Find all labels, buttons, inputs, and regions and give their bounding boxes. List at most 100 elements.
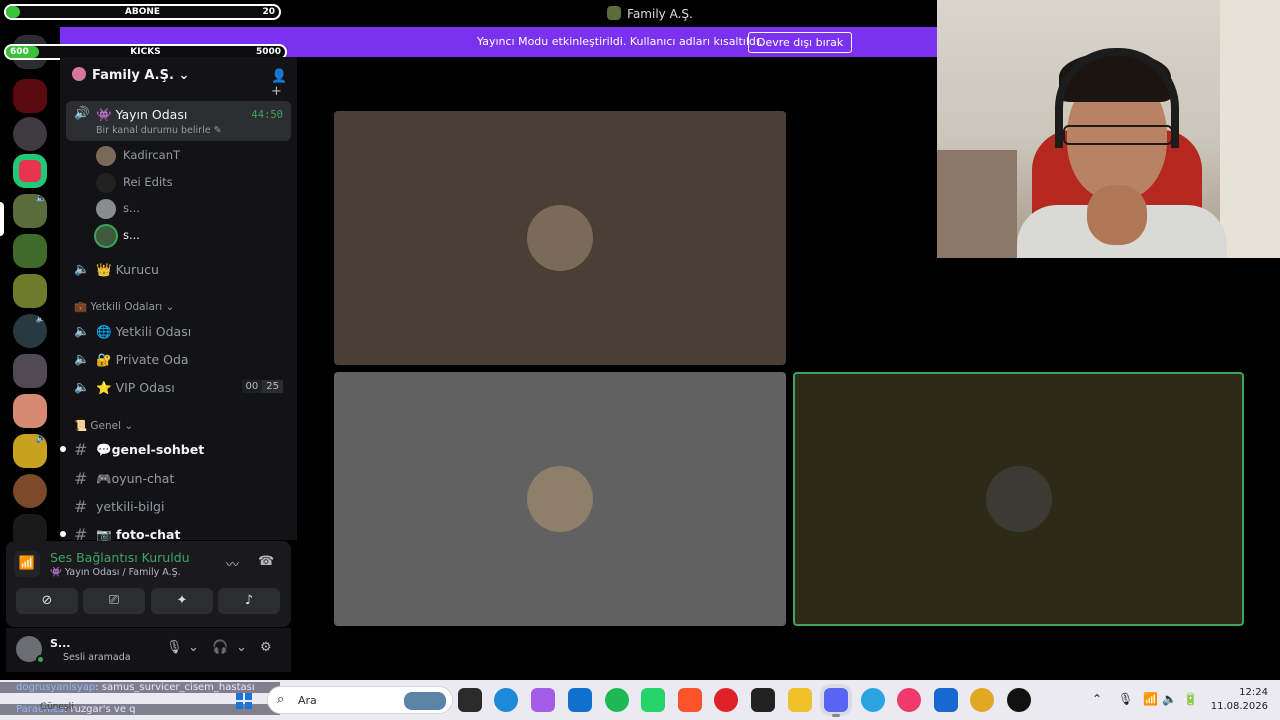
headphones-icon[interactable]: 🎧	[212, 640, 228, 655]
hashtag-icon: #	[74, 497, 88, 516]
category-genel[interactable]: 📜 Genel ⌄	[74, 419, 133, 432]
volume-icon[interactable]: 🔈	[1162, 692, 1177, 706]
voice-status[interactable]: Ses Bağlantısı Kuruldu	[50, 550, 190, 565]
server-icon[interactable]	[13, 354, 47, 388]
battery-icon[interactable]: 🔋	[1183, 692, 1198, 706]
obs-icon[interactable]	[1007, 688, 1031, 712]
webcam-overlay	[937, 0, 1280, 258]
server-icon[interactable]: 🔊	[13, 434, 47, 468]
noise-suppression-icon[interactable]: 〰	[226, 554, 239, 573]
camera-off-icon: ⊘	[41, 593, 53, 608]
voice-speaker-icon: 🔊	[35, 434, 47, 444]
voice-speaker-icon: 🔊	[35, 194, 47, 204]
avatar	[96, 173, 116, 193]
avatar	[96, 146, 116, 166]
server-icon[interactable]	[13, 154, 47, 188]
outlook-icon[interactable]	[934, 688, 958, 712]
camera-off-button[interactable]: ⊘	[16, 588, 78, 614]
channel-yayin-odasi[interactable]: 🔊 👾 Yayın Odası Bir kanal durumu belirle…	[66, 101, 291, 141]
soundboard-button[interactable]: ♪	[218, 588, 280, 614]
screen-share-button[interactable]: ⎚	[83, 588, 145, 614]
channel-yetkili-odasi[interactable]: 🔈 🌐 Yetkili Odası	[66, 319, 291, 345]
microphone-icon[interactable]: 🎙	[1118, 692, 1133, 706]
avatar	[527, 205, 593, 271]
abone-goal-bar: ABONE 20	[4, 4, 281, 20]
voice-connection-panel: 📶 Ses Bağlantısı Kuruldu 👾 Yayın Odası /…	[6, 541, 291, 627]
server-icon[interactable]	[13, 117, 47, 151]
discord-icon[interactable]	[824, 688, 848, 717]
stream-chat-line: dogrusyanisyap: samus_survicer_cisem_has…	[0, 682, 280, 693]
avatar	[96, 226, 116, 246]
channel-status-hint[interactable]: Bir kanal durumu belirle ✎	[96, 125, 222, 136]
task-view-icon[interactable]	[458, 688, 482, 712]
activities-button[interactable]: ✦	[151, 588, 213, 614]
chrome-icon[interactable]	[970, 688, 994, 712]
participant-tile-speaking[interactable]	[793, 372, 1244, 626]
game-icon[interactable]	[751, 688, 775, 712]
chevron-up-icon[interactable]: ⌃	[1092, 692, 1102, 706]
weather-status[interactable]: Güneşli	[40, 702, 74, 712]
whatsapp-icon[interactable]	[641, 688, 665, 712]
server-icon-family[interactable]: 🔊	[13, 194, 47, 228]
disconnect-icon[interactable]: ☎	[258, 554, 274, 569]
user-status: Sesli aramada	[63, 652, 131, 663]
chevron-down-icon: ⌄	[165, 301, 175, 313]
channel-yetkili-bilgi[interactable]: # yetkili-bilgi	[66, 494, 291, 520]
search-placeholder: Ara	[298, 694, 317, 707]
opera-icon[interactable]	[714, 688, 738, 712]
wifi-icon[interactable]: 📶	[1143, 692, 1158, 706]
server-icon[interactable]	[13, 474, 47, 508]
vscode-icon[interactable]	[568, 688, 592, 712]
avatar	[527, 466, 593, 532]
kicks-goal-label: KICKS	[130, 47, 161, 57]
brave-icon[interactable]	[678, 688, 702, 712]
disable-streamer-mode-button[interactable]: Devre dışı bırak	[748, 32, 853, 53]
server-mini-icon	[607, 6, 622, 20]
opera-gx-icon[interactable]	[897, 688, 921, 712]
kicks-goal-target: 5000	[255, 47, 281, 57]
signal-icon[interactable]: 📶	[14, 551, 40, 577]
channel-timer: 44:50	[251, 109, 283, 121]
server-icon[interactable]: 🔊	[13, 314, 47, 348]
chevron-down-icon[interactable]: ⌄	[188, 640, 199, 655]
server-icon[interactable]	[13, 234, 47, 268]
invite-people-icon[interactable]: 👤+	[271, 69, 287, 99]
voice-location[interactable]: 👾 Yayın Odası / Family A.Ş.	[50, 567, 181, 578]
channel-oyun-chat[interactable]: # 🎮oyun-chat	[66, 466, 291, 492]
telegram-icon[interactable]	[861, 688, 885, 712]
windows-start-icon[interactable]	[236, 693, 252, 709]
system-clock[interactable]: 12:24 11.08.2026	[1208, 686, 1268, 714]
channel-vip-odasi[interactable]: 🔈 ⭐ VIP Odası 00 25	[66, 375, 291, 401]
microphone-icon[interactable]: 🎙	[166, 640, 183, 655]
server-icon[interactable]	[13, 79, 47, 113]
spotify-icon[interactable]	[605, 688, 629, 712]
copilot-icon[interactable]	[531, 688, 555, 712]
participant-tile[interactable]	[334, 372, 786, 626]
avatar	[96, 199, 116, 219]
speaker-icon: 🔈	[74, 379, 90, 394]
participant-tile[interactable]	[334, 111, 786, 365]
edge-icon[interactable]	[494, 688, 518, 712]
channel-private-oda[interactable]: 🔈 🔐 Private Oda	[66, 347, 291, 373]
channel-genel-sohbet[interactable]: # 💬genel-sohbet	[60, 437, 291, 463]
search-icon: ⌕	[277, 692, 285, 707]
online-status-dot	[36, 655, 45, 664]
server-icon[interactable]	[13, 274, 47, 308]
abone-goal-label: ABONE	[124, 7, 161, 17]
speaker-icon: 🔊	[74, 105, 90, 120]
taskbar-search[interactable]: ⌕ Ara	[267, 686, 453, 714]
channel-kurucu[interactable]: 🔈 👑 Kurucu	[66, 257, 291, 283]
speaker-icon: 🔈	[74, 351, 90, 366]
screen-share-icon: ⎚	[108, 593, 120, 608]
unread-dot	[60, 446, 66, 452]
server-icon[interactable]	[13, 394, 47, 428]
chevron-down-icon[interactable]: ⌄	[236, 640, 247, 655]
speaker-icon: 🔈	[74, 261, 90, 276]
username[interactable]: S...	[50, 637, 70, 650]
file-explorer-icon[interactable]	[788, 688, 812, 712]
server-header[interactable]: Family A.Ş. ⌄	[72, 67, 189, 83]
search-highlight-image	[404, 692, 446, 710]
activities-icon: ✦	[176, 593, 188, 608]
gear-icon[interactable]: ⚙	[260, 640, 272, 655]
category-yetkili-odalari[interactable]: 💼 Yetkili Odaları ⌄	[74, 300, 174, 313]
